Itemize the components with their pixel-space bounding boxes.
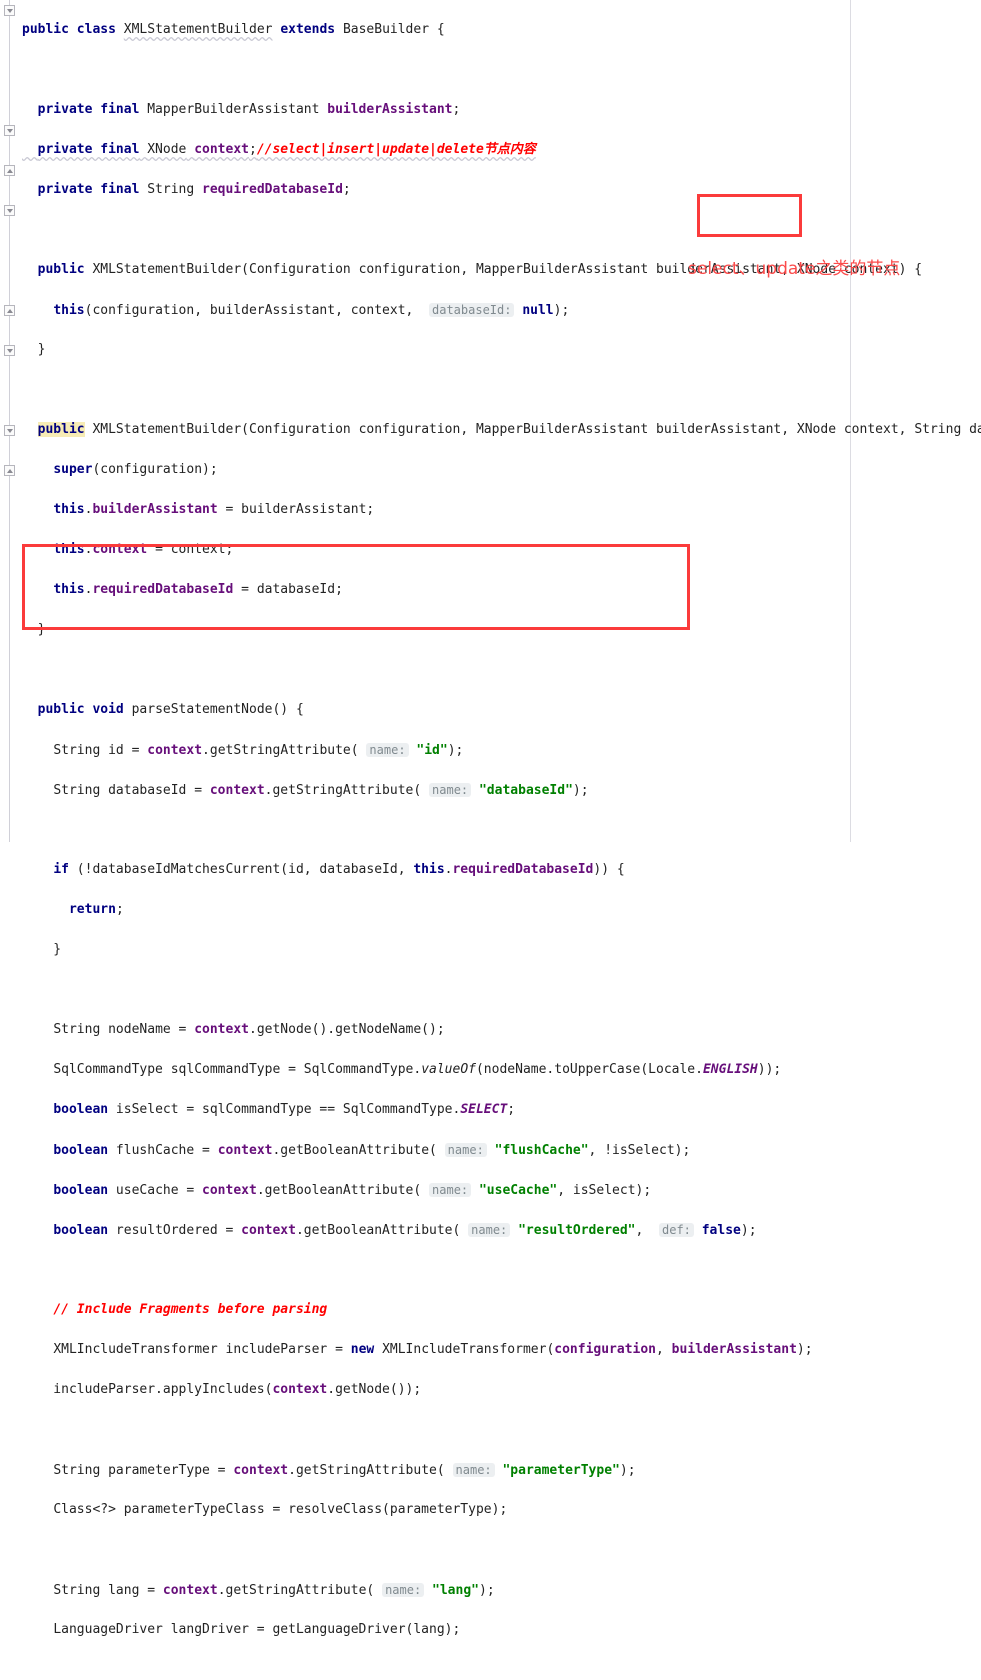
code-line-1: public class XMLStatementBuilder extends…: [22, 22, 445, 37]
code-line-37: String parameterType = context.getString…: [53, 1463, 636, 1478]
fold-marker-class-start[interactable]: [4, 5, 15, 16]
code-line-35: includeParser.applyIncludes(context.getN…: [22, 1382, 422, 1397]
inlay-hint-name-id: name:: [366, 743, 409, 757]
inlay-hint-def: def:: [659, 1223, 694, 1237]
code-line-4: private final XNode context;//select|ins…: [37, 142, 536, 157]
code-line-24: }: [22, 942, 62, 957]
editor-gutter[interactable]: [0, 0, 22, 842]
code-line-40: String lang = context.getStringAttribute…: [53, 1583, 495, 1598]
code-line-31: boolean resultOrdered = context.getBoole…: [53, 1223, 757, 1238]
inlay-hint-name-databaseid: name:: [429, 783, 472, 797]
code-editor[interactable]: public class XMLStatementBuilder extends…: [0, 0, 981, 1637]
code-line-9: }: [22, 342, 46, 357]
code-line-34: XMLIncludeTransformer includeParser = ne…: [53, 1342, 813, 1357]
code-line-29: boolean flushCache = context.getBooleanA…: [53, 1143, 691, 1158]
fold-marker-method-start[interactable]: [4, 345, 15, 356]
fold-marker-if-start[interactable]: [4, 425, 15, 436]
code-line-28: boolean isSelect = sqlCommandType == Sql…: [53, 1102, 516, 1117]
code-line-8: this(configuration, builderAssistant, co…: [53, 303, 570, 318]
fold-marker-constructor2-start[interactable]: [4, 205, 15, 216]
code-line-13: this.builderAssistant = builderAssistant…: [53, 502, 375, 517]
code-line-5: private final String requiredDatabaseId;: [37, 182, 351, 197]
code-line-11: public XMLStatementBuilder(Configuration…: [37, 422, 981, 437]
code-line-3: private final MapperBuilderAssistant bui…: [37, 102, 461, 117]
code-line-27: SqlCommandType sqlCommandType = SqlComma…: [53, 1062, 782, 1077]
inlay-hint-name-parametertype: name:: [452, 1463, 495, 1477]
fold-marker-if-end[interactable]: [4, 465, 15, 476]
inlay-hint-databaseid: databaseId:: [429, 303, 515, 317]
code-content[interactable]: public class XMLStatementBuilder extends…: [22, 0, 981, 1680]
fold-marker-constructor2-end[interactable]: [4, 305, 15, 316]
code-line-26: String nodeName = context.getNode().getN…: [53, 1022, 445, 1037]
code-line-30: boolean useCache = context.getBooleanAtt…: [53, 1183, 652, 1198]
inlay-hint-name-resultordered: name:: [468, 1223, 511, 1237]
code-line-14: this.context = context;: [53, 542, 234, 557]
inlay-hint-name-flushcache: name:: [444, 1143, 487, 1157]
code-line-15: this.requiredDatabaseId = databaseId;: [53, 582, 343, 597]
fold-marker-constructor1-start[interactable]: [4, 125, 15, 136]
code-line-23: return;: [68, 902, 124, 917]
inlay-hint-name-lang: name:: [382, 1583, 425, 1597]
code-line-33: // Include Fragments before parsing: [53, 1302, 328, 1317]
code-line-41: LanguageDriver langDriver = getLanguageD…: [53, 1622, 461, 1637]
code-line-38: Class<?> parameterTypeClass = resolveCla…: [53, 1502, 508, 1517]
inlay-hint-name-usecache: name:: [429, 1183, 472, 1197]
code-line-19: String id = context.getStringAttribute( …: [53, 743, 464, 758]
code-line-20: String databaseId = context.getStringAtt…: [53, 783, 589, 798]
code-line-22: if (!databaseIdMatchesCurrent(id, databa…: [53, 862, 625, 877]
annotation-note-select-update: select、update之类的节点: [688, 259, 901, 279]
fold-marker-constructor1-end[interactable]: [4, 165, 15, 176]
code-line-12: super(configuration);: [53, 462, 218, 477]
code-line-18: public void parseStatementNode() {: [37, 702, 304, 717]
code-line-16: }: [22, 622, 46, 637]
